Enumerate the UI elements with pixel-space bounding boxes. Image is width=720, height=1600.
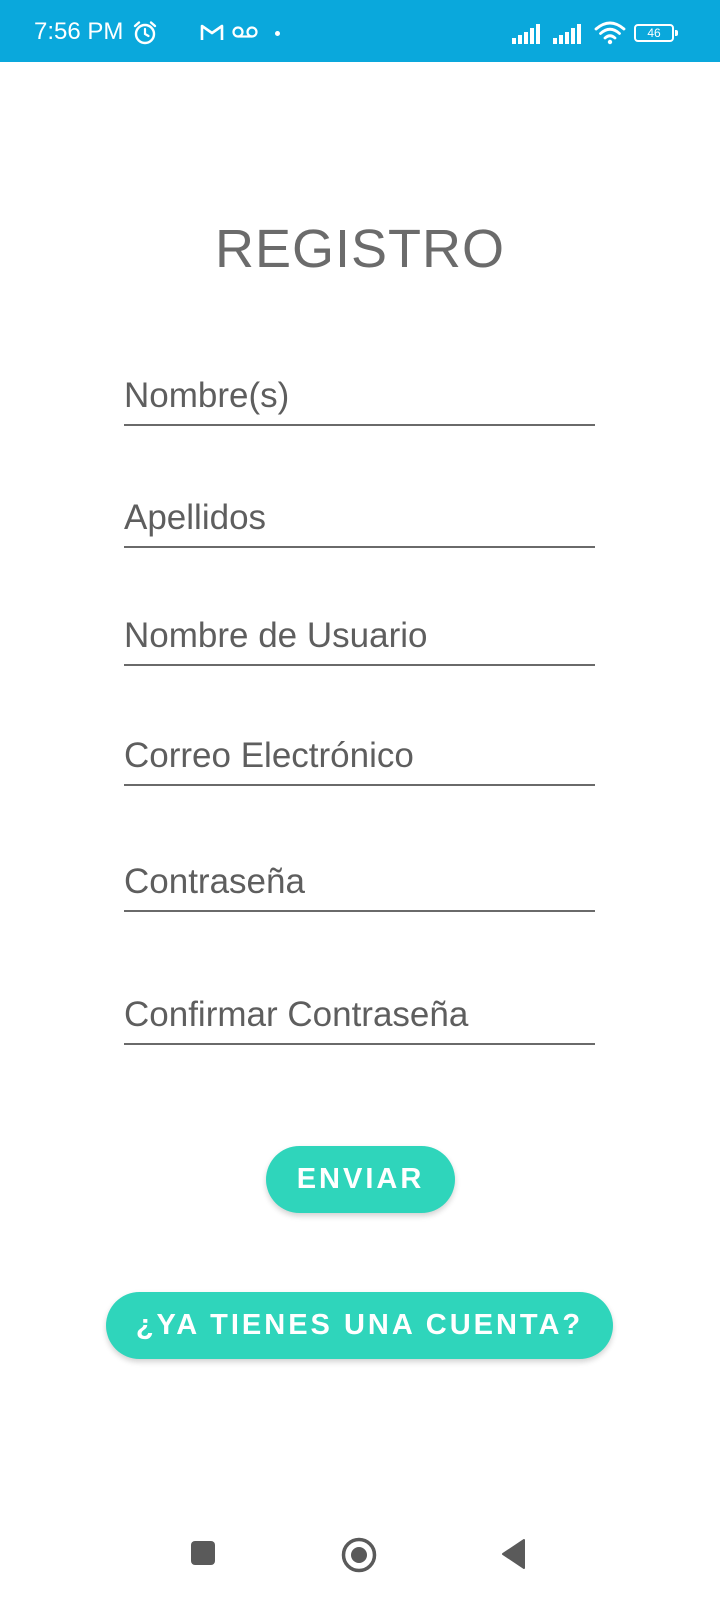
correo-input[interactable] bbox=[124, 734, 595, 778]
apellidos-input[interactable] bbox=[124, 496, 595, 540]
confirm-password-input[interactable] bbox=[124, 993, 595, 1037]
usuario-field bbox=[124, 604, 595, 666]
nombre-input[interactable] bbox=[124, 374, 595, 418]
apellidos-field bbox=[124, 486, 595, 548]
signal-icon bbox=[512, 24, 540, 44]
notification-dot-icon bbox=[275, 31, 280, 36]
confirm-password-field bbox=[124, 983, 595, 1045]
voicemail-icon bbox=[232, 26, 258, 38]
registration-screen: 7:56 PM 46 REGISTRO Nombre(s) Apellidos … bbox=[0, 0, 720, 1600]
password-field bbox=[124, 850, 595, 912]
enviar-button[interactable]: ENVIAR bbox=[266, 1146, 455, 1213]
alarm-icon bbox=[133, 21, 157, 45]
password-input[interactable] bbox=[124, 860, 595, 904]
page-title: REGISTRO bbox=[214, 219, 506, 279]
wifi-icon bbox=[594, 21, 626, 45]
correo-field bbox=[124, 724, 595, 786]
back-icon[interactable] bbox=[500, 1538, 526, 1570]
recents-icon[interactable] bbox=[190, 1540, 216, 1566]
home-icon[interactable] bbox=[341, 1537, 377, 1573]
gmail-icon bbox=[200, 24, 224, 40]
battery-icon: 46 bbox=[634, 24, 678, 42]
usuario-input[interactable] bbox=[124, 614, 595, 658]
battery-level: 46 bbox=[647, 26, 661, 40]
status-bar: 7:56 PM 46 bbox=[0, 0, 720, 62]
status-time: 7:56 PM bbox=[34, 18, 124, 45]
nombre-field bbox=[124, 364, 595, 426]
login-link-button[interactable]: ¿YA TIENES UNA CUENTA? bbox=[106, 1292, 613, 1359]
signal-icon bbox=[553, 24, 581, 44]
